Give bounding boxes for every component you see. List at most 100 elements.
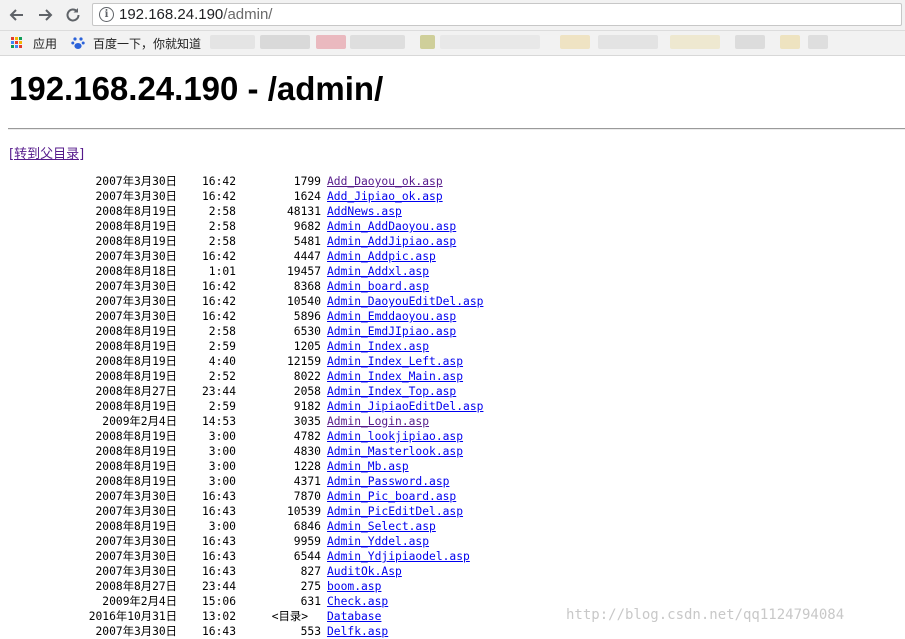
- file-link[interactable]: Admin_Pic_board.asp: [327, 489, 456, 504]
- file-link[interactable]: Admin_Emddaoyou.asp: [327, 309, 456, 324]
- file-time: 1:01: [208, 265, 236, 278]
- blurred-bookmark[interactable]: [735, 35, 765, 49]
- file-size: 10540: [286, 295, 321, 308]
- file-date: 2016年10月31日: [88, 610, 177, 623]
- file-link[interactable]: Admin_Yddel.asp: [327, 534, 429, 549]
- address-bar[interactable]: i 192.168.24.190/admin/: [92, 3, 902, 26]
- file-time: 16:42: [201, 190, 236, 203]
- file-link[interactable]: Add_Jipiao_ok.asp: [327, 189, 443, 204]
- back-arrow-icon[interactable]: [7, 5, 27, 25]
- file-date: 2007年3月30日: [95, 295, 177, 308]
- blurred-bookmark[interactable]: [210, 35, 255, 49]
- file-row: 2008年8月19日 3:00 6846 Admin_Select.asp: [0, 519, 905, 534]
- file-size: 1205: [293, 340, 321, 353]
- file-link[interactable]: Admin_PicEditDel.asp: [327, 504, 463, 519]
- blurred-bookmark[interactable]: [440, 35, 540, 49]
- directory-tag: <目录>: [271, 610, 308, 623]
- baidu-paw-icon: [71, 36, 85, 50]
- file-link[interactable]: boom.asp: [327, 579, 381, 594]
- file-date: 2008年8月19日: [95, 460, 177, 473]
- file-time: 16:42: [201, 175, 236, 188]
- file-link[interactable]: Add_Daoyou_ok.asp: [327, 174, 443, 189]
- file-link[interactable]: AuditOk.Asp: [327, 564, 402, 579]
- blurred-bookmark[interactable]: [420, 35, 435, 49]
- file-link[interactable]: Admin_JipiaoEditDel.asp: [327, 399, 483, 414]
- info-icon[interactable]: i: [99, 7, 114, 22]
- blurred-bookmark[interactable]: [598, 35, 658, 49]
- blurred-bookmark[interactable]: [316, 35, 346, 49]
- file-date: 2008年8月27日: [95, 580, 177, 593]
- file-time: 3:00: [208, 460, 236, 473]
- apps-grid-icon[interactable]: [11, 37, 23, 49]
- reload-icon[interactable]: [63, 5, 83, 25]
- bookmark-baidu[interactable]: 百度一下，你就知道: [93, 35, 201, 52]
- file-time: 2:52: [208, 370, 236, 383]
- url-host: 192.168.24.190: [119, 6, 224, 23]
- file-row: 2007年3月30日 16:43 6544 Admin_Ydjipiaodel.asp: [0, 549, 905, 564]
- file-link[interactable]: Admin_Mb.asp: [327, 459, 409, 474]
- browser-toolbar: i 192.168.24.190/admin/: [0, 0, 905, 31]
- blurred-bookmark[interactable]: [670, 35, 720, 49]
- blurred-bookmark[interactable]: [350, 35, 405, 49]
- file-date: 2007年3月30日: [95, 505, 177, 518]
- file-row: 2007年3月30日 16:42 4447 Admin_Addpic.asp: [0, 249, 905, 264]
- file-link[interactable]: Admin_Select.asp: [327, 519, 436, 534]
- file-link[interactable]: Admin_board.asp: [327, 279, 429, 294]
- file-date: 2008年8月19日: [95, 400, 177, 413]
- url-text[interactable]: 192.168.24.190/admin/: [119, 6, 272, 23]
- file-row: 2007年3月30日 16:42 1799 Add_Daoyou_ok.asp: [0, 174, 905, 189]
- file-size: 4830: [293, 445, 321, 458]
- file-row: 2009年2月4日 14:53 3035 Admin_Login.asp: [0, 414, 905, 429]
- file-row: 2008年8月19日 3:00 1228 Admin_Mb.asp: [0, 459, 905, 474]
- file-row: 2008年8月19日 2:52 8022 Admin_Index_Main.asp: [0, 369, 905, 384]
- file-link[interactable]: Admin_DaoyouEditDel.asp: [327, 294, 483, 309]
- file-date: 2009年2月4日: [102, 595, 177, 608]
- file-link[interactable]: Admin_Masterlook.asp: [327, 444, 463, 459]
- bookmark-apps[interactable]: 应用: [33, 35, 57, 52]
- file-time: 2:59: [208, 340, 236, 353]
- file-row: 2007年3月30日 16:43 9959 Admin_Yddel.asp: [0, 534, 905, 549]
- file-date: 2008年8月19日: [95, 235, 177, 248]
- file-link[interactable]: AddNews.asp: [327, 204, 402, 219]
- file-link[interactable]: Admin_lookjipiao.asp: [327, 429, 463, 444]
- file-time: 4:40: [208, 355, 236, 368]
- file-size: 5896: [293, 310, 321, 323]
- file-row: 2008年8月19日 2:59 1205 Admin_Index.asp: [0, 339, 905, 354]
- file-row: 2008年8月19日 3:00 4371 Admin_Password.asp: [0, 474, 905, 489]
- file-link[interactable]: Admin_Password.asp: [327, 474, 449, 489]
- file-time: 2:58: [208, 325, 236, 338]
- file-time: 16:43: [201, 490, 236, 503]
- blurred-bookmark[interactable]: [260, 35, 310, 49]
- file-time: 15:06: [201, 595, 236, 608]
- file-link[interactable]: Admin_EmdJIpiao.asp: [327, 324, 456, 339]
- file-link[interactable]: Admin_AddJipiao.asp: [327, 234, 456, 249]
- file-time: 13:02: [201, 610, 236, 623]
- parent-directory-link[interactable]: [转到父目录]: [9, 143, 84, 162]
- file-link[interactable]: Admin_Addpic.asp: [327, 249, 436, 264]
- forward-arrow-icon[interactable]: [35, 5, 55, 25]
- file-date: 2008年8月19日: [95, 205, 177, 218]
- file-link[interactable]: Admin_Addxl.asp: [327, 264, 429, 279]
- file-size: 12159: [286, 355, 321, 368]
- file-time: 16:43: [201, 505, 236, 518]
- file-link[interactable]: Admin_Login.asp: [327, 414, 429, 429]
- file-link[interactable]: Admin_Index_Top.asp: [327, 384, 456, 399]
- file-size: 275: [300, 580, 321, 593]
- blurred-bookmark[interactable]: [808, 35, 828, 49]
- file-link[interactable]: Admin_Index.asp: [327, 339, 429, 354]
- file-time: 16:42: [201, 280, 236, 293]
- file-link[interactable]: Admin_Index_Left.asp: [327, 354, 463, 369]
- file-date: 2008年8月19日: [95, 325, 177, 338]
- file-date: 2008年8月18日: [95, 265, 177, 278]
- file-time: 2:58: [208, 205, 236, 218]
- file-link[interactable]: Admin_AddDaoyou.asp: [327, 219, 456, 234]
- file-date: 2007年3月30日: [95, 565, 177, 578]
- blurred-bookmark[interactable]: [780, 35, 800, 49]
- file-link[interactable]: Admin_Index_Main.asp: [327, 369, 463, 384]
- file-link[interactable]: Check.asp: [327, 594, 388, 609]
- file-link[interactable]: Admin_Ydjipiaodel.asp: [327, 549, 470, 564]
- horizontal-rule: [8, 128, 905, 130]
- file-size: 9682: [293, 220, 321, 233]
- blurred-bookmark[interactable]: [560, 35, 590, 49]
- directory-link[interactable]: Database: [327, 609, 381, 624]
